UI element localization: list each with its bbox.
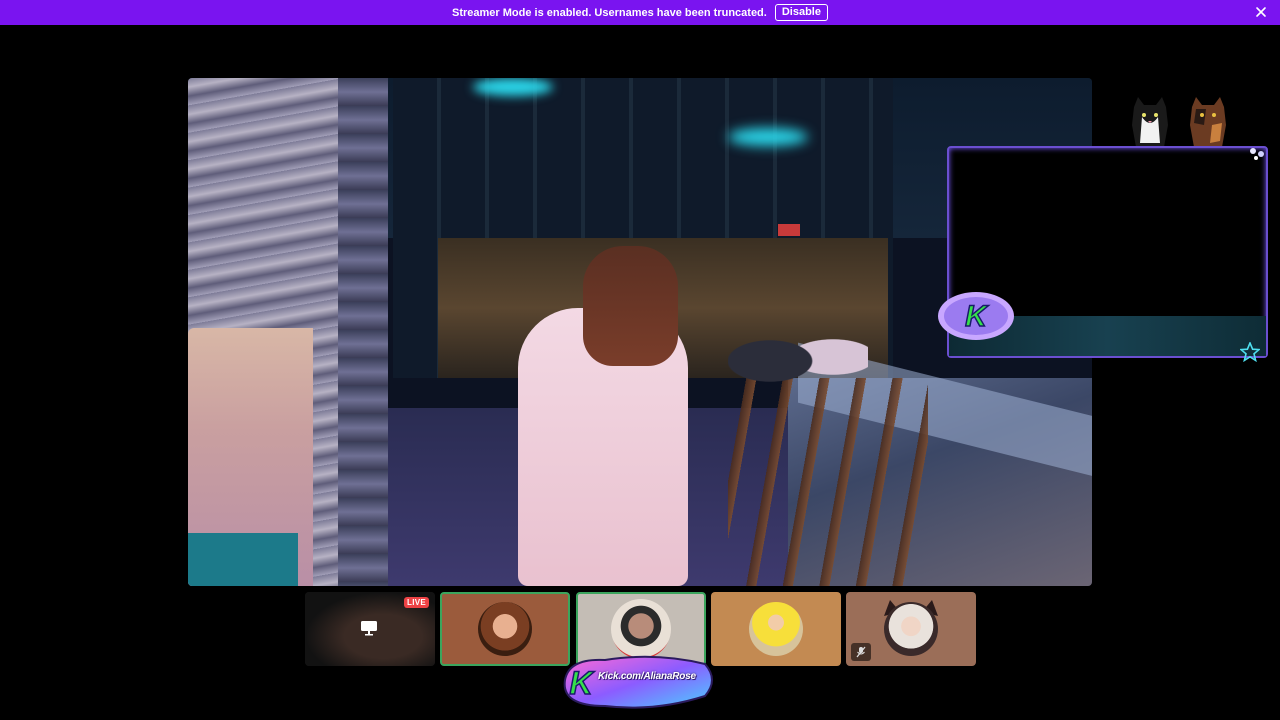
participant-tile-screen-share[interactable]: LIVE xyxy=(305,592,435,666)
scene-wall-column xyxy=(338,78,388,586)
avatar xyxy=(478,602,532,656)
participant-tile[interactable] xyxy=(711,592,841,666)
participant-tile-muted[interactable] xyxy=(846,592,976,666)
live-badge: LIVE xyxy=(404,597,429,608)
overlay-logo-letter: K xyxy=(965,300,989,333)
scene-exit-sign xyxy=(778,224,800,236)
scene-light xyxy=(728,128,808,146)
scene-stools xyxy=(728,378,928,586)
calico-cat-icon xyxy=(1190,97,1226,147)
streamer-mode-banner: Streamer Mode is enabled. Usernames have… xyxy=(0,0,1280,25)
black-white-cat-icon xyxy=(1132,97,1168,147)
avatar xyxy=(884,602,938,656)
banner-message: Streamer Mode is enabled. Usernames have… xyxy=(452,6,767,19)
mic-muted-icon xyxy=(851,643,871,661)
participant-tile-speaking[interactable] xyxy=(440,592,570,666)
cat-stickers xyxy=(1128,95,1240,149)
close-icon[interactable] xyxy=(1254,5,1268,19)
kick-channel-logo: K xyxy=(563,655,713,709)
scene-booth-seat xyxy=(188,533,298,586)
avatar xyxy=(749,602,803,656)
scene-person-hair xyxy=(583,246,678,366)
scene-patrons xyxy=(728,313,868,393)
kick-k-logo-icon: K xyxy=(938,292,1014,340)
sparkle-icon xyxy=(1250,148,1264,160)
scene-light xyxy=(473,78,553,96)
kick-logo-letter: K xyxy=(569,665,595,701)
disable-streamer-mode-button[interactable]: Disable xyxy=(774,4,828,21)
screen-share-icon xyxy=(361,621,377,636)
star-icon xyxy=(1240,342,1260,362)
kick-channel-url: Kick.com/AlianaRose xyxy=(598,671,696,682)
